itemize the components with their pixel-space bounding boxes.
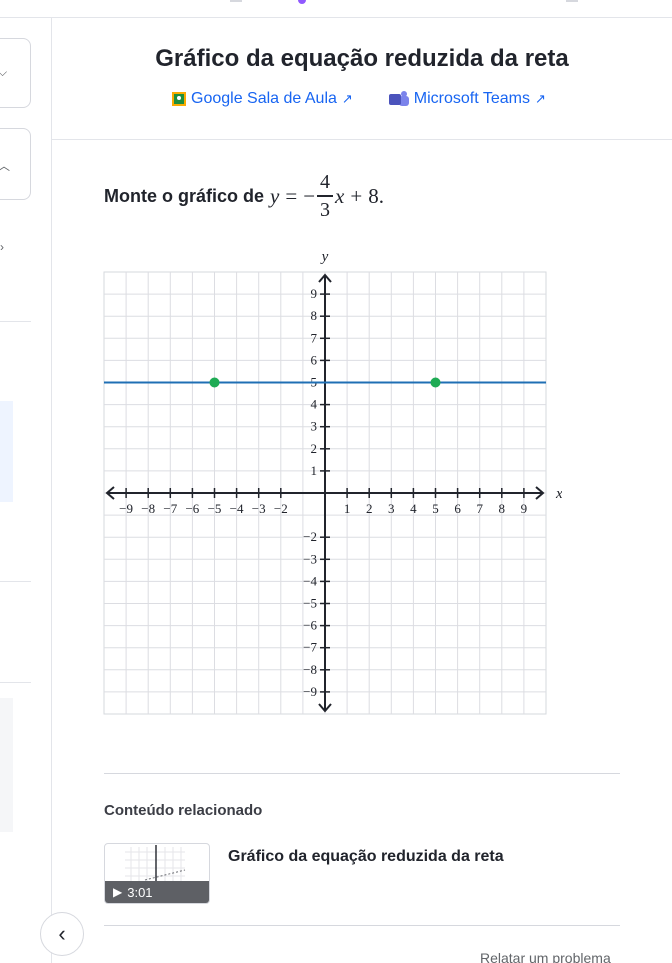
report-problem-link[interactable]: Relatar um problema [480,950,611,963]
google-classroom-icon [172,92,186,106]
y-tick-label: −7 [303,640,317,655]
y-tick-label: 3 [311,419,318,434]
y-tick-label: −2 [303,529,317,544]
x-tick-label: 3 [388,501,395,516]
y-tick-label: −6 [303,618,317,633]
header-divider [52,139,672,140]
prompt-text: Monte o gráfico de [104,185,265,206]
equation-period: . [378,183,384,208]
chevron-right-icon[interactable]: › [0,240,4,254]
sidebar-divider [0,682,31,683]
line-point-handle[interactable] [430,377,441,388]
related-heading: Conteúdo relacionado [104,802,263,819]
microsoft-teams-link[interactable]: Microsoft Teams ↗ [388,90,546,108]
video-thumbnail: ▶ 3:01 [104,843,210,904]
sidebar-divider [0,321,31,322]
x-tick-label: −3 [252,501,266,516]
equation-variable: x [335,183,345,208]
y-tick-label: 9 [311,286,318,301]
problem-prompt: Monte o gráfico de y = − 4 3 x + 8 . [104,166,384,226]
y-tick-label: −5 [303,596,317,611]
x-tick-label: −4 [230,501,244,516]
sidebar-collapsed-panel[interactable]: ⌵ [0,38,31,108]
top-bar [0,0,672,18]
line-point-handle[interactable] [209,377,220,388]
x-tick-label: −6 [185,501,199,516]
page-title: Gráfico da equação reduzida da reta [155,45,569,72]
x-tick-label: 8 [499,501,506,516]
equation-plus: + [350,183,363,208]
sidebar-item[interactable] [0,698,13,832]
x-tick-label: −2 [274,501,288,516]
left-sidebar: ⌵ ︿ › [0,18,52,963]
duration-label: 3:01 [127,884,153,900]
microsoft-teams-icon [388,91,411,106]
x-tick-label: −9 [119,501,133,516]
equation-constant: 8 [368,183,379,208]
x-tick-label: 6 [454,501,461,516]
top-bar-divider [230,0,242,2]
x-tick-label: 9 [521,501,528,516]
y-tick-label: 2 [311,441,318,456]
equation: y = − 4 3 x + 8 . [270,172,384,220]
x-tick-label: −7 [163,501,177,516]
equation-minus: − [303,183,316,208]
equation-fraction: 4 3 [317,171,334,221]
top-bar-divider [566,0,578,2]
y-tick-label: −8 [303,662,317,677]
y-tick-label: −3 [303,551,317,566]
fraction-numerator: 4 [320,171,331,194]
x-tick-label: 5 [432,501,439,516]
x-tick-label: −5 [208,501,222,516]
equation-equals: = [285,183,298,208]
x-tick-label: 1 [344,501,351,516]
fraction-denominator: 3 [320,198,331,221]
y-tick-label: 7 [311,330,318,345]
chevron-down-icon: ⌵ [0,65,8,79]
y-axis-label: y [320,249,329,265]
sidebar-divider [0,581,31,582]
progress-dot [298,0,306,4]
sidebar-active-item[interactable] [0,401,13,502]
share-links: Google Sala de Aula ↗ Microsoft Teams ↗ [172,88,546,110]
play-icon: ▶ [113,885,123,899]
microsoft-teams-label: Microsoft Teams [413,90,530,107]
related-video-item[interactable]: ▶ 3:01 Gráfico da equação reduzida da re… [104,843,620,905]
x-tick-label: 4 [410,501,417,516]
thumbnail-graph [125,845,186,884]
y-tick-label: −4 [303,573,317,588]
y-tick-label: 6 [311,352,318,367]
google-classroom-link[interactable]: Google Sala de Aula ↗ [172,90,353,108]
y-tick-label: −9 [303,684,317,699]
external-link-icon: ↗ [341,91,353,106]
related-divider [104,773,620,774]
related-video-title: Gráfico da equação reduzida da reta [228,848,504,865]
y-tick-label: 4 [311,397,318,412]
google-classroom-label: Google Sala de Aula [191,90,337,107]
sidebar-expanded-panel[interactable]: ︿ [0,128,31,200]
x-tick-label: 2 [366,501,373,516]
x-tick-label: 7 [476,501,483,516]
x-tick-label: −8 [141,501,155,516]
chevron-left-icon: ‹ [58,921,66,946]
y-tick-label: 8 [311,308,318,323]
equation-lhs: y [270,183,280,208]
video-duration: ▶ 3:01 [105,881,209,903]
x-axis-label: x [555,486,562,502]
external-link-icon: ↗ [534,91,546,106]
back-button[interactable]: ‹ [40,912,84,956]
y-tick-label: 1 [311,463,318,478]
coordinate-plane[interactable]: −9−8−7−6−5−4−3−2123456789987654321−2−3−4… [102,245,562,720]
footer-divider [104,925,620,926]
chevron-up-icon: ︿ [0,157,10,174]
